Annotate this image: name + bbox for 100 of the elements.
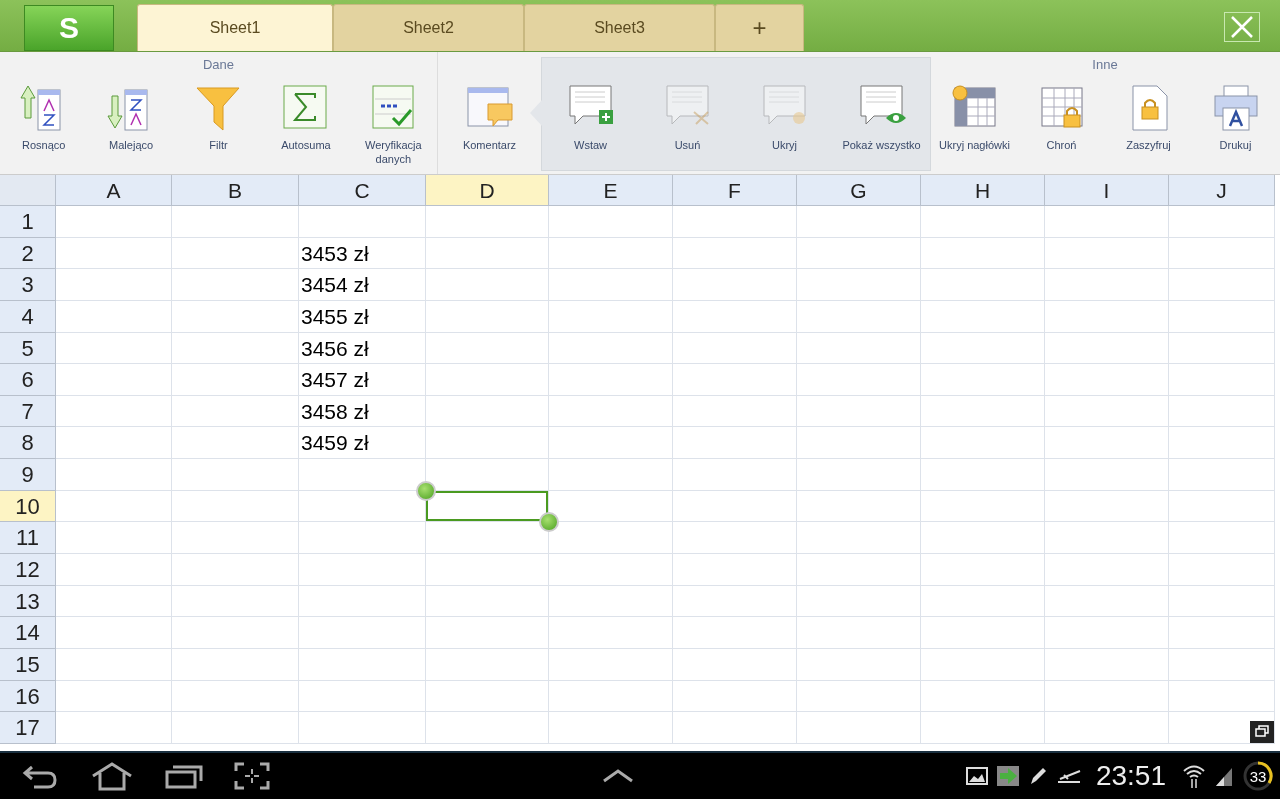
ribbon-tool[interactable]: Zaszyfruj [1105,76,1192,174]
select-all-corner[interactable] [0,175,56,206]
table-cell[interactable] [921,522,1045,555]
table-cell[interactable] [673,427,797,460]
table-cell[interactable] [1045,617,1169,649]
table-cell[interactable] [172,300,299,333]
table-cell[interactable] [172,648,299,681]
table-cell[interactable] [921,206,1045,238]
table-cell[interactable] [299,680,426,713]
table-cell[interactable] [673,395,797,428]
ribbon-tool[interactable]: Ukryj nagłówki [931,76,1018,174]
table-cell[interactable] [172,206,299,238]
selected-cell[interactable] [426,490,549,523]
table-cell[interactable] [1169,300,1275,333]
table-cell[interactable] [797,206,921,238]
table-cell[interactable] [673,554,797,586]
table-cell[interactable] [426,712,549,744]
table-cell[interactable] [549,712,673,744]
table-cell[interactable] [549,332,673,365]
table-cell[interactable]: 3455 zł [299,300,426,333]
table-cell[interactable] [1045,648,1169,681]
column-header[interactable]: D [426,175,549,206]
table-cell[interactable] [56,712,172,744]
table-cell[interactable] [1169,680,1275,713]
table-cell[interactable] [797,680,921,713]
table-cell[interactable] [797,617,921,649]
table-cell[interactable] [172,237,299,270]
table-cell[interactable] [797,395,921,428]
table-cell[interactable] [921,648,1045,681]
sheet-tab[interactable]: Sheet3 [524,4,715,51]
table-cell[interactable] [1045,332,1169,365]
table-cell[interactable] [1169,427,1275,460]
table-cell[interactable]: 3453 zł [299,237,426,270]
table-cell[interactable] [426,332,549,365]
table-cell[interactable]: 3457 zł [299,364,426,396]
ribbon-tool[interactable]: Drukuj [1192,76,1279,174]
table-cell[interactable] [1045,712,1169,744]
column-header[interactable]: G [797,175,921,206]
table-cell[interactable] [172,364,299,396]
table-cell[interactable] [921,332,1045,365]
table-cell[interactable] [56,554,172,586]
ribbon-tool[interactable]: Rosnąco [0,76,88,174]
table-cell[interactable] [1169,237,1275,270]
table-cell[interactable] [549,237,673,270]
table-cell[interactable] [56,332,172,365]
table-cell[interactable] [1045,680,1169,713]
sheet-tab[interactable]: Sheet1 [137,4,333,51]
table-cell[interactable] [921,712,1045,744]
column-header[interactable]: B [172,175,299,206]
selection-handle[interactable] [416,480,436,501]
selection-handle[interactable] [539,512,559,533]
table-cell[interactable] [1169,269,1275,301]
table-cell[interactable] [1045,554,1169,586]
table-cell[interactable] [549,364,673,396]
table-cell[interactable] [797,237,921,270]
ribbon-tool[interactable]: Chroń [1018,76,1105,174]
table-cell[interactable] [673,300,797,333]
column-header[interactable]: I [1045,175,1169,206]
table-cell[interactable] [172,554,299,586]
table-cell[interactable] [673,490,797,523]
row-header[interactable]: 14 [0,617,56,649]
table-cell[interactable] [1045,522,1169,555]
table-cell[interactable] [797,427,921,460]
table-cell[interactable] [426,648,549,681]
table-cell[interactable] [797,585,921,618]
ribbon-tool[interactable]: Filtr [174,76,263,174]
column-header[interactable]: F [673,175,797,206]
table-cell[interactable] [1045,427,1169,460]
table-cell[interactable] [921,300,1045,333]
table-cell[interactable] [299,712,426,744]
restore-window-icon[interactable] [1250,721,1274,743]
table-cell[interactable] [426,554,549,586]
table-cell[interactable] [172,332,299,365]
table-cell[interactable] [549,554,673,586]
table-cell[interactable] [549,269,673,301]
table-cell[interactable]: 3456 zł [299,332,426,365]
table-cell[interactable] [56,364,172,396]
table-cell[interactable] [1169,522,1275,555]
table-cell[interactable] [1169,648,1275,681]
table-cell[interactable] [797,269,921,301]
table-cell[interactable] [299,206,426,238]
table-cell[interactable] [172,395,299,428]
column-header[interactable]: J [1169,175,1275,206]
ribbon-tool[interactable]: Komentarz [438,76,541,174]
close-button[interactable] [1224,12,1260,42]
caret-up-icon[interactable] [600,768,635,784]
add-sheet-button[interactable]: + [715,4,804,51]
table-cell[interactable] [549,395,673,428]
row-header[interactable]: 17 [0,712,56,744]
home-icon[interactable] [90,761,134,791]
table-cell[interactable] [673,617,797,649]
row-header[interactable]: 9 [0,459,56,491]
table-cell[interactable] [1045,206,1169,238]
ribbon-tool[interactable]: Weryfikacja danych [349,76,438,174]
row-header[interactable]: 6 [0,364,56,396]
table-cell[interactable] [1045,395,1169,428]
ribbon-tool[interactable]: Wstaw [542,58,639,170]
row-header[interactable]: 10 [0,490,56,523]
table-cell[interactable] [921,237,1045,270]
table-cell[interactable] [549,617,673,649]
